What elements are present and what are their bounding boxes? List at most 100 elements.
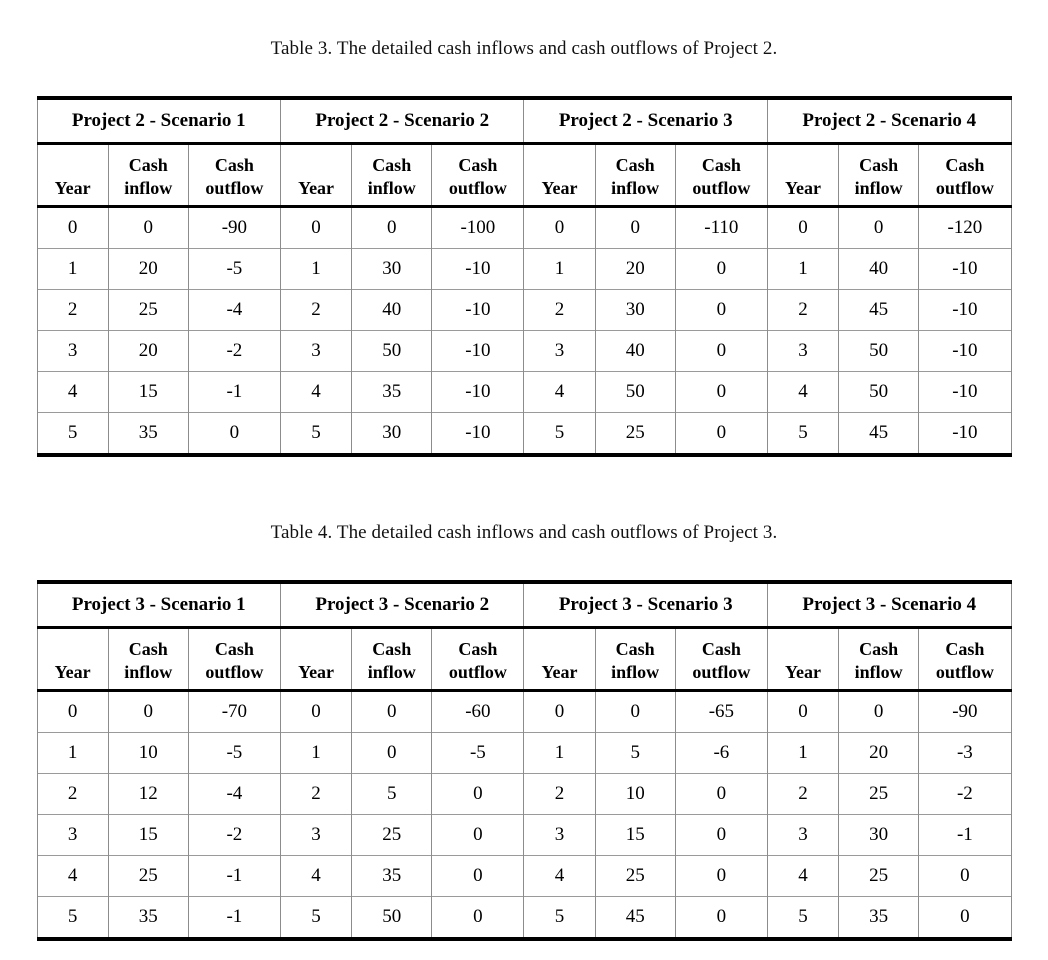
cell-cash-outflow: 0 [674, 773, 768, 815]
column-header-cash-inflow: Cash inflow [351, 627, 433, 692]
column-header-line: Year [785, 662, 822, 682]
column-header-line: Cash [945, 155, 985, 175]
cell-cash-inflow: 0 [351, 690, 433, 733]
cell-cash-outflow: -1 [187, 896, 281, 937]
cell-year: 0 [36, 690, 109, 733]
column-header-line: Cash [458, 639, 498, 659]
cell-cash-outflow: -2 [187, 330, 281, 372]
cell-cash-inflow: 25 [594, 855, 676, 897]
cell-cash-outflow: -120 [918, 206, 1012, 249]
column-header-line: inflow [367, 178, 416, 198]
cell-year: 4 [279, 855, 353, 897]
cell-cash-inflow: 0 [594, 690, 676, 733]
cell-year: 2 [36, 289, 109, 331]
cell-cash-inflow: 25 [107, 855, 189, 897]
column-header-year: Year [279, 627, 353, 692]
cell-cash-inflow: 35 [107, 412, 189, 453]
column-header-line: outflow [205, 662, 264, 682]
table-4: Project 3 - Scenario 1 Project 3 - Scena… [36, 584, 1012, 937]
cell-cash-inflow: 45 [594, 896, 676, 937]
cell-cash-inflow: 35 [351, 855, 433, 897]
cell-cash-inflow: 0 [838, 206, 920, 249]
cell-cash-inflow: 10 [594, 773, 676, 815]
table-3-caption: Table 3. The detailed cash inflows and c… [270, 38, 778, 59]
cell-year: 2 [766, 289, 840, 331]
cell-cash-outflow: -110 [674, 206, 768, 249]
cell-cash-inflow: 12 [107, 773, 189, 815]
cell-cash-inflow: 50 [838, 330, 920, 372]
cell-year: 2 [766, 773, 840, 815]
cell-cash-outflow: 0 [431, 855, 525, 897]
cell-cash-inflow: 15 [594, 814, 676, 856]
cell-cash-outflow: 0 [187, 412, 281, 453]
column-header-cash-outflow: Cash outflow [431, 627, 525, 692]
cell-year: 5 [766, 412, 840, 453]
cell-cash-outflow: 0 [674, 855, 768, 897]
cell-year: 1 [766, 248, 840, 290]
cell-year: 4 [523, 855, 596, 897]
column-header-line: Cash [128, 155, 168, 175]
column-header-line: Cash [859, 639, 899, 659]
cell-cash-outflow: -10 [918, 289, 1012, 331]
column-header-cash-outflow: Cash outflow [187, 143, 281, 208]
cell-cash-outflow: -100 [431, 206, 525, 249]
cell-year: 0 [36, 206, 109, 249]
cell-cash-outflow: -4 [187, 773, 281, 815]
cell-cash-outflow: 0 [431, 773, 525, 815]
column-header-year: Year [523, 627, 596, 692]
cell-cash-inflow: 30 [351, 412, 433, 453]
cell-cash-outflow: -10 [918, 248, 1012, 290]
cell-cash-outflow: 0 [674, 814, 768, 856]
table-4-caption: Table 4. The detailed cash inflows and c… [270, 522, 778, 543]
cell-cash-inflow: 0 [351, 206, 433, 249]
cell-cash-outflow: 0 [431, 814, 525, 856]
table-3-container: Project 2 - Scenario 1 Project 2 - Scena… [0, 96, 1048, 457]
column-header-line: inflow [124, 178, 173, 198]
column-header-cash-outflow: Cash outflow [187, 627, 281, 692]
cell-cash-inflow: 0 [107, 690, 189, 733]
cell-cash-outflow: -90 [187, 206, 281, 249]
cell-year: 1 [279, 732, 353, 774]
column-header-line: Cash [458, 155, 498, 175]
cell-cash-outflow: 0 [674, 330, 768, 372]
table-3: Project 2 - Scenario 1 Project 2 - Scena… [36, 100, 1012, 453]
column-header-cash-inflow: Cash inflow [351, 143, 433, 208]
cell-year: 1 [36, 248, 109, 290]
column-header-line: inflow [854, 662, 903, 682]
cell-cash-outflow: 0 [674, 896, 768, 937]
table-4-container: Project 3 - Scenario 1 Project 3 - Scena… [0, 580, 1048, 941]
column-header-line: outflow [935, 178, 994, 198]
cell-cash-inflow: 30 [351, 248, 433, 290]
cell-cash-outflow: -10 [431, 412, 525, 453]
cell-cash-outflow: -5 [431, 732, 525, 774]
cell-year: 1 [523, 248, 596, 290]
cell-cash-inflow: 35 [107, 896, 189, 937]
cell-cash-inflow: 40 [838, 248, 920, 290]
column-header-cash-inflow: Cash inflow [838, 143, 920, 208]
cell-year: 5 [279, 412, 353, 453]
cell-year: 4 [36, 855, 109, 897]
cell-year: 0 [523, 206, 596, 249]
cell-cash-inflow: 50 [594, 371, 676, 413]
column-header-line: Cash [701, 639, 741, 659]
cell-year: 3 [766, 330, 840, 372]
cell-cash-inflow: 5 [351, 773, 433, 815]
column-header-line: Cash [372, 155, 412, 175]
table-row: 0 0 -70 0 0 -60 0 0 -65 0 0 -90 [36, 690, 1012, 733]
column-header-line: outflow [448, 662, 507, 682]
column-header-year: Year [523, 143, 596, 208]
cell-year: 4 [279, 371, 353, 413]
cell-year: 3 [36, 330, 109, 372]
cell-cash-inflow: 25 [838, 855, 920, 897]
column-header-line: Cash [214, 155, 254, 175]
cell-cash-outflow: -5 [187, 732, 281, 774]
table-row: 2 12 -4 2 5 0 2 10 0 2 25 -2 [36, 773, 1012, 815]
cell-cash-inflow: 45 [838, 289, 920, 331]
table-3-column-header-row: Year Cash inflow Cash outflow Year Cash inf… [36, 143, 1012, 208]
cell-cash-inflow: 20 [107, 330, 189, 372]
column-header-line: Cash [128, 639, 168, 659]
table-3-scenario-header-row: Project 2 - Scenario 1 Project 2 - Scena… [36, 100, 1012, 145]
column-header-cash-inflow: Cash inflow [838, 627, 920, 692]
cell-year: 3 [36, 814, 109, 856]
cell-year: 3 [279, 814, 353, 856]
